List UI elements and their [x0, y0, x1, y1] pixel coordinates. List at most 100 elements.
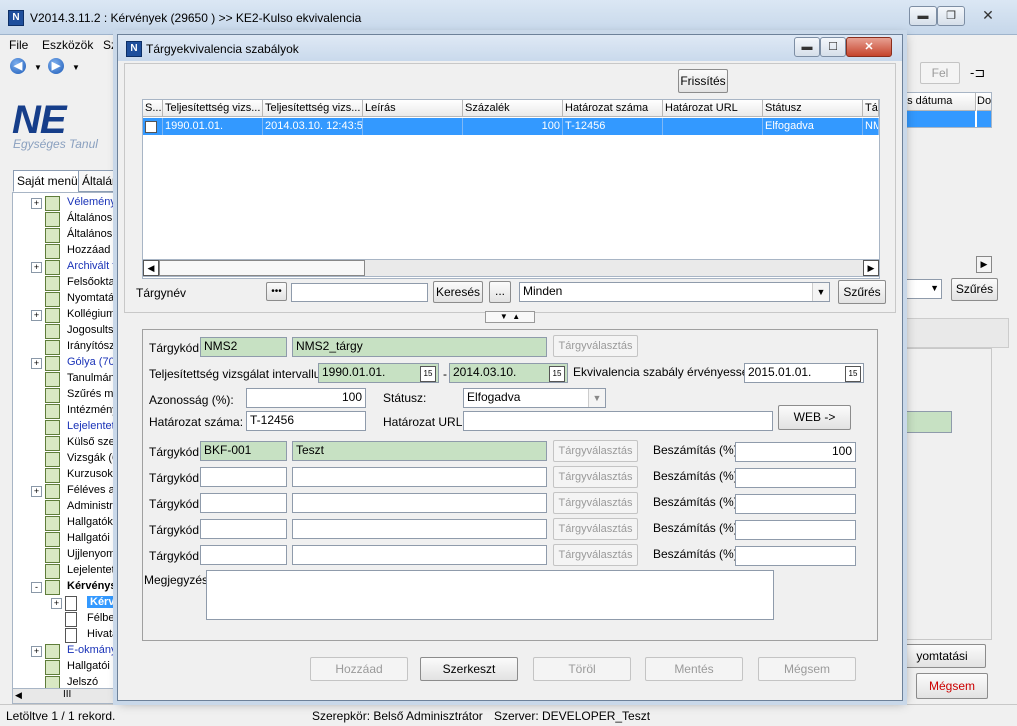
tree-item[interactable]: + E-okmány [13, 643, 121, 659]
row-checkbox-cell[interactable] [143, 118, 163, 135]
minimize-button[interactable]: ▬ [909, 6, 937, 26]
url-field[interactable] [463, 411, 773, 431]
grid-scroll-right-icon[interactable]: ▶ [863, 260, 879, 276]
validity-field[interactable]: 2015.01.01. 15 [744, 363, 864, 383]
menu-sz[interactable]: Sz [103, 38, 117, 52]
szures-button[interactable]: Szűrés [838, 280, 886, 304]
mentes-button[interactable]: Mentés [645, 657, 743, 681]
back-dropdown-icon[interactable]: ▼ [34, 63, 42, 72]
expand-icon[interactable]: + [31, 262, 42, 273]
restore-button[interactable]: ❐ [937, 6, 965, 26]
filter-dropdown-icon[interactable]: ▼ [812, 283, 829, 301]
calendar-icon[interactable]: 15 [845, 366, 861, 382]
grid-cell[interactable] [663, 118, 763, 135]
tree-item[interactable]: Irányítószá [13, 339, 121, 355]
main-cancel-button[interactable]: Mégsem [916, 673, 988, 699]
grid-cell[interactable]: Elfogadva [763, 118, 863, 135]
grid-scroll-thumb[interactable] [159, 260, 365, 276]
tree-item[interactable]: Hallgatói ö [13, 659, 121, 675]
tree-item[interactable]: + Véleménye [13, 195, 121, 211]
tree-item[interactable]: Lejelentett [13, 563, 121, 579]
column-header[interactable]: Határozat száma [563, 100, 663, 117]
tree-item[interactable]: Kurzusok v [13, 467, 121, 483]
main-filter-select[interactable]: ▼ [900, 279, 942, 299]
grid-cell[interactable] [363, 118, 463, 135]
sub-targyvalasztas-button[interactable]: Tárgyválasztás [553, 544, 638, 566]
column-header[interactable]: Teljesítettség vizs... [263, 100, 363, 117]
calendar-icon[interactable]: 15 [549, 366, 565, 382]
tree-item[interactable]: Tanulmány [13, 371, 121, 387]
targyvalasztas-button[interactable]: Tárgyválasztás [553, 335, 638, 357]
collapse-icon[interactable]: - [31, 582, 42, 593]
sub-targykod-code-field[interactable] [200, 493, 287, 513]
tree-item[interactable]: - Kérvénys [13, 579, 121, 595]
collapse-down-icon[interactable]: ▼ [500, 312, 508, 321]
beszamitas-field[interactable] [735, 546, 856, 566]
ellipsis-button[interactable]: ... [489, 281, 511, 303]
column-header-datum[interactable]: és dátuma [901, 93, 976, 111]
targykod-name-field[interactable]: NMS2_tárgy [292, 337, 547, 357]
column-header[interactable]: Státusz [763, 100, 863, 117]
tree-item[interactable]: Jogosultsá [13, 323, 121, 339]
sub-targykod-name-field[interactable]: Teszt [292, 441, 547, 461]
interval-to-field[interactable]: 2014.03.10. 15 [449, 363, 568, 383]
tab-sajat-menu[interactable]: Saját menü [13, 170, 84, 192]
back-button[interactable]: ◀ [10, 58, 26, 74]
grid-hscrollbar[interactable]: ◀ ▶ [142, 259, 880, 277]
calendar-icon[interactable]: 15 [420, 366, 436, 382]
sub-targykod-code-field[interactable] [200, 467, 287, 487]
dialog-close-button[interactable]: ✕ [846, 37, 892, 57]
column-header-do[interactable]: Do [977, 93, 991, 111]
fel-button[interactable]: Fel [920, 62, 960, 84]
megsem-button[interactable]: Mégsem [758, 657, 856, 681]
tree-item[interactable]: Hozzáad fé [13, 243, 121, 259]
sub-targykod-name-field[interactable] [292, 467, 547, 487]
tree-item[interactable]: + Féléves ad [13, 483, 121, 499]
pin-icon[interactable]: -⊐ [970, 65, 985, 81]
main-grid-selected-row-cell[interactable] [977, 111, 991, 127]
grid-cell[interactable]: 1990.01.01. [163, 118, 263, 135]
beszamitas-field[interactable] [735, 520, 856, 540]
tree-item[interactable]: Hallgatók i [13, 515, 121, 531]
tree-item[interactable]: + Archivált té [13, 259, 121, 275]
tree-item[interactable]: + Kollégiumi [13, 307, 121, 323]
main-szures-button[interactable]: Szűrés [951, 278, 998, 301]
web-button[interactable]: WEB -> [778, 405, 851, 430]
tree-item[interactable]: Félbeh [13, 611, 121, 627]
grid-scroll-left-icon[interactable]: ◀ [143, 260, 159, 276]
targykod-code-field[interactable]: NMS2 [200, 337, 287, 357]
tree-item[interactable]: Administra [13, 499, 121, 515]
beszamitas-field[interactable]: 100 [735, 442, 856, 462]
tree-item[interactable]: Intézménye [13, 403, 121, 419]
tree-item[interactable]: Lejelentett [13, 419, 121, 435]
sub-targykod-code-field[interactable]: BKF-001 [200, 441, 287, 461]
tree-item[interactable]: Felsőoktat [13, 275, 121, 291]
splitter-handle[interactable]: ▼ ▲ [485, 311, 535, 323]
forward-dropdown-icon[interactable]: ▼ [72, 63, 80, 72]
scroll-left-icon[interactable]: ◀ [15, 690, 22, 701]
sub-targykod-code-field[interactable] [200, 545, 287, 565]
tree-item[interactable]: + Gólya (705 [13, 355, 121, 371]
sub-targykod-name-field[interactable] [292, 519, 547, 539]
column-header[interactable]: Teljesítettség vizs... [163, 100, 263, 117]
row-checkbox[interactable] [145, 121, 157, 133]
tree-item[interactable]: Vizsgák (6 [13, 451, 121, 467]
dialog-maximize-button[interactable]: ☐ [820, 37, 846, 57]
grid-cell[interactable]: NM [863, 118, 879, 135]
scroll-grip-icon[interactable]: III [63, 689, 71, 700]
grid-cell[interactable]: T-12456 [563, 118, 663, 135]
tree-item[interactable]: Általános l [13, 211, 121, 227]
dots-button[interactable]: ••• [266, 282, 287, 301]
hatarozat-field[interactable]: T-12456 [246, 411, 366, 431]
expand-icon[interactable]: + [51, 598, 62, 609]
menu-file[interactable]: File [9, 38, 28, 52]
main-grid-selected-row[interactable] [901, 111, 975, 127]
print-preview-button[interactable]: yomtatási előkép [898, 644, 986, 685]
szerkeszt-button[interactable]: Szerkeszt [420, 657, 518, 681]
kereses-button[interactable]: Keresés [433, 281, 483, 303]
tree-item[interactable]: Ujjlenyoma [13, 547, 121, 563]
dialog-minimize-button[interactable]: ▬ [794, 37, 820, 57]
column-header[interactable]: Határozat URL [663, 100, 763, 117]
column-header[interactable]: Tá [863, 100, 879, 117]
close-button[interactable]: ✕ [966, 6, 1010, 24]
